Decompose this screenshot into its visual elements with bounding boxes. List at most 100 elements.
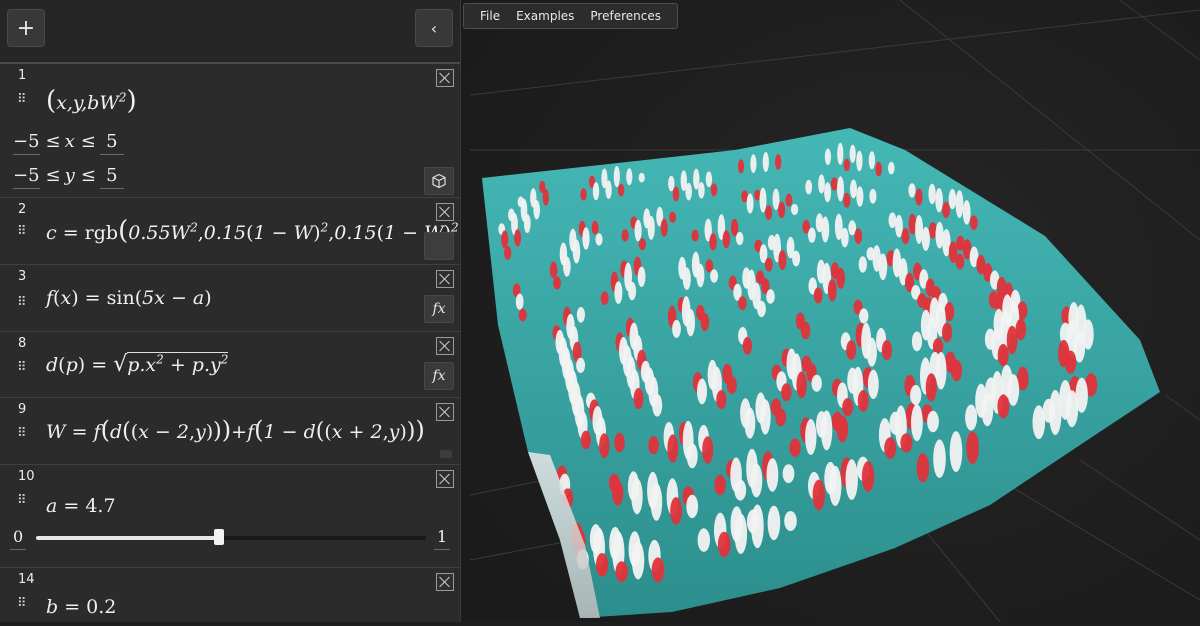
expression-formula[interactable]: c = rgb(0.55W2,0.15(1 − W)2,0.15(1 − W)2… <box>46 216 460 246</box>
x-domain-row: −5 ≤ x ≤5 <box>13 131 124 155</box>
surface-peak <box>842 398 854 417</box>
x-min-input[interactable]: −5 <box>13 131 40 155</box>
surface-peak <box>789 438 801 457</box>
y-max-input[interactable]: 5 <box>99 165 124 189</box>
surface-peak <box>750 463 763 498</box>
surface-peak <box>613 165 620 188</box>
surface-peak <box>596 553 609 577</box>
expression-number: 3 <box>18 269 27 284</box>
surface-peak <box>856 150 863 172</box>
surface-peak <box>969 215 978 230</box>
surface-peak <box>669 211 677 223</box>
surface-type-button[interactable] <box>424 167 454 195</box>
expression-formula[interactable]: f(x) = sin(5x − a) <box>46 287 212 309</box>
surface-peak <box>837 142 844 165</box>
drag-handle-icon[interactable]: ⠿ <box>17 295 26 310</box>
surface-peak <box>615 561 628 583</box>
menu-examples[interactable]: Examples <box>508 9 582 23</box>
expression-row[interactable]: 10 ⠿ a = 4.7 0 1 <box>0 465 460 568</box>
surface-peak <box>1006 325 1018 355</box>
collapse-panel-button[interactable]: ‹ <box>415 9 453 47</box>
surface-peak <box>888 161 895 175</box>
surface-peak <box>714 474 726 496</box>
surface-peak <box>738 296 747 310</box>
surface-peak <box>915 188 923 206</box>
surface-peak <box>697 378 707 405</box>
drag-handle-icon[interactable]: ⠿ <box>17 596 26 611</box>
menu-preferences[interactable]: Preferences <box>582 9 669 23</box>
surface-peak <box>997 343 1009 367</box>
expression-formula[interactable]: a = 4.7 <box>46 495 116 517</box>
delete-expression-button[interactable] <box>436 470 454 488</box>
expression-panel: + ‹ 1 ⠿ (x,y,bW2) −5 ≤ x ≤5 −5 ≤ y ≤5 2 ⠿ c = … <box>0 0 461 622</box>
surface-peak <box>951 359 963 382</box>
delete-expression-button[interactable] <box>436 69 454 87</box>
surface-peak <box>501 230 509 249</box>
delete-expression-button[interactable] <box>436 270 454 288</box>
surface-peak <box>1032 405 1046 440</box>
surface-peak <box>691 229 699 242</box>
surface-peak <box>836 267 845 289</box>
expression-formula[interactable]: (x,y,bW2) <box>46 86 137 116</box>
surface-peak <box>742 337 753 355</box>
surface-peak <box>881 340 893 361</box>
surface-peak <box>805 179 813 195</box>
surface-peak <box>757 300 766 318</box>
color-swatch-button[interactable] <box>424 232 454 260</box>
surface-peak <box>878 253 888 281</box>
delete-expression-button[interactable] <box>436 203 454 221</box>
expression-formula[interactable]: d(p) = √p.x2 + p.y2 <box>46 352 229 377</box>
y-min-input[interactable]: −5 <box>13 165 40 189</box>
surface-peak <box>869 188 877 204</box>
expression-row[interactable]: 14 ⠿ b = 0.2 <box>0 568 460 622</box>
delete-expression-button[interactable] <box>436 403 454 421</box>
surface-peak <box>868 151 876 170</box>
surface-peak <box>523 214 531 233</box>
slider-max-input[interactable]: 1 <box>434 527 451 550</box>
delete-expression-button[interactable] <box>436 337 454 355</box>
slider-thumb[interactable] <box>214 529 225 545</box>
surface-peak <box>859 308 869 324</box>
surface-peak <box>504 245 512 261</box>
expression-row[interactable]: 1 ⠿ (x,y,bW2) −5 ≤ x ≤5 −5 ≤ y ≤5 <box>0 64 460 198</box>
surface-peak <box>542 189 549 206</box>
3d-viewport[interactable] <box>461 0 1200 623</box>
x-max-input[interactable]: 5 <box>99 131 124 155</box>
drag-handle-icon[interactable]: ⠿ <box>17 426 26 441</box>
surface-peak <box>759 187 767 213</box>
surface-peak <box>670 497 682 525</box>
menu-file[interactable]: File <box>472 9 508 23</box>
slider-min-input[interactable]: 0 <box>10 527 27 550</box>
drag-handle-icon[interactable]: ⠿ <box>17 493 26 508</box>
surface-peak <box>782 464 795 483</box>
3d-surface-plot[interactable] <box>461 0 1200 623</box>
surface-peak <box>849 144 856 163</box>
visibility-indicator[interactable] <box>440 450 452 458</box>
drag-handle-icon[interactable]: ⠿ <box>17 360 26 375</box>
function-button[interactable]: fx <box>424 362 454 390</box>
slider-track[interactable] <box>36 529 426 545</box>
expression-formula[interactable]: W = f(d((x − 2,y)))+f(1 − d((x + 2,y))) <box>46 416 425 444</box>
surface-peak <box>981 392 994 427</box>
surface-peak <box>533 200 540 220</box>
expression-number: 10 <box>18 469 35 484</box>
expression-row[interactable]: 8 ⠿ d(p) = √p.x2 + p.y2 fx <box>0 332 460 398</box>
expression-row[interactable]: 2 ⠿ c = rgb(0.55W2,0.15(1 − W)2,0.15(1 −… <box>0 198 460 265</box>
surface-peak <box>628 281 637 301</box>
surface-peak <box>766 458 779 492</box>
expression-row[interactable]: 9 ⠿ W = f(d((x − 2,y)))+f(1 − d((x + 2,y… <box>0 398 460 465</box>
add-expression-button[interactable]: + <box>7 9 45 47</box>
expression-number: 8 <box>18 336 27 351</box>
surface-peak <box>686 309 695 337</box>
surface-peak <box>717 531 731 558</box>
surface-peak <box>572 239 581 264</box>
drag-handle-icon[interactable]: ⠿ <box>17 224 26 239</box>
drag-handle-icon[interactable]: ⠿ <box>17 92 26 107</box>
expression-formula[interactable]: b = 0.2 <box>46 596 116 618</box>
delete-expression-button[interactable] <box>436 573 454 591</box>
function-button[interactable]: fx <box>424 295 454 323</box>
surface-peak <box>685 182 692 201</box>
surface-peak <box>605 180 612 199</box>
expression-row[interactable]: 3 ⠿ f(x) = sin(5x − a) fx <box>0 265 460 332</box>
surface-peak <box>759 399 771 435</box>
